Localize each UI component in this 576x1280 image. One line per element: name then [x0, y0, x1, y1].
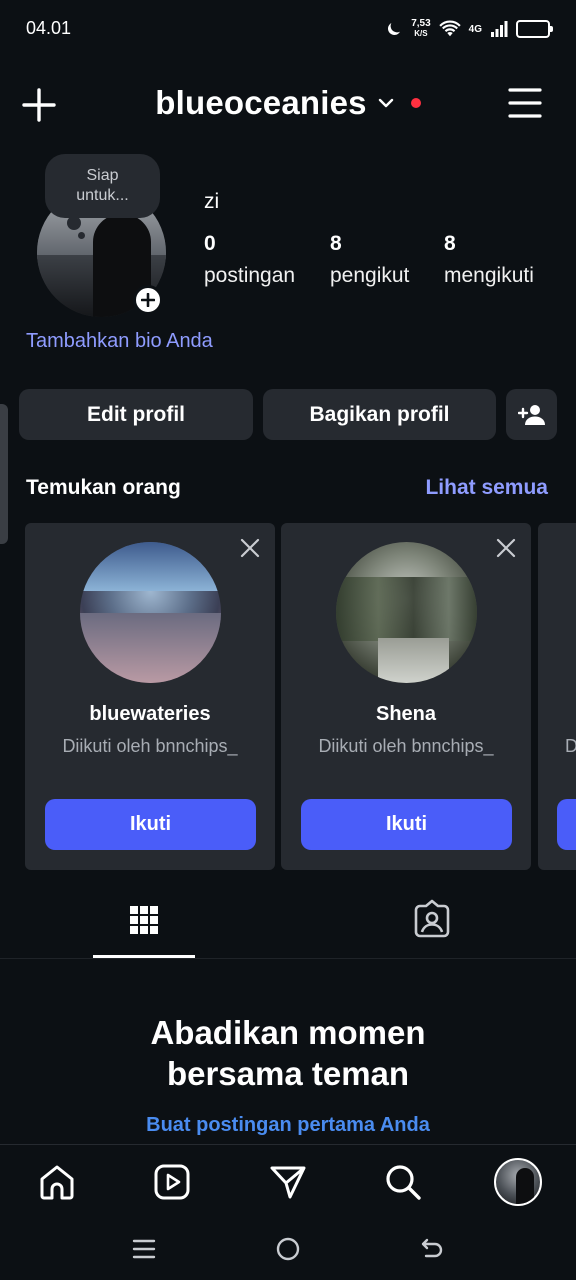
empty-title-line1: Abadikan momen	[150, 1014, 426, 1051]
note-bubble-tail	[67, 216, 81, 230]
photo-ceiling	[80, 542, 221, 592]
stat-following-count: 8	[444, 232, 456, 255]
network-type: 4G	[468, 23, 482, 35]
status-time: 04.01	[26, 18, 72, 38]
add-person-icon	[517, 404, 545, 425]
add-story-button[interactable]	[133, 285, 163, 315]
note-text-line1: Siap	[86, 167, 119, 184]
photo-road	[378, 637, 449, 683]
plus-icon	[141, 293, 155, 307]
profile-avatar[interactable]	[494, 1158, 542, 1206]
note-text-line2: untuk...	[76, 187, 129, 204]
photo-trees	[336, 577, 477, 641]
close-icon[interactable]	[495, 537, 517, 559]
menu-icon[interactable]	[508, 86, 542, 120]
follow-button-partial[interactable]	[557, 799, 576, 850]
share-profile-button[interactable]: Bagikan profil	[263, 389, 496, 440]
tab-divider	[0, 958, 576, 959]
suggestion-name[interactable]: Shena	[281, 703, 531, 726]
suggestion-avatar[interactable]	[80, 542, 221, 683]
suggestion-followed-by: Diikuti oleh bnnchips_	[62, 736, 238, 756]
profile-header: blueoceanies	[0, 72, 576, 134]
empty-title-line2: bersama teman	[166, 1055, 410, 1092]
note-bubble[interactable]: Siap untuk...	[45, 154, 160, 218]
note-bubble-tail	[78, 232, 85, 239]
home-circle-icon[interactable]	[275, 1236, 301, 1262]
suggestion-followed-by-partial: D	[565, 736, 576, 756]
empty-state-title: Abadikan momen bersama teman	[0, 1012, 576, 1094]
display-name: zi	[204, 190, 220, 213]
stat-followers-label: pengikut	[330, 264, 410, 287]
speed-unit: K/S	[414, 29, 428, 38]
avatar-figure	[516, 1168, 534, 1204]
back-icon[interactable]	[419, 1236, 445, 1262]
signal-icon	[491, 21, 508, 37]
system-nav-bar	[0, 1220, 576, 1280]
battery-level: 71	[526, 23, 540, 35]
bottom-nav	[0, 1144, 576, 1220]
stat-following[interactable]: 8 mengikuti	[444, 232, 534, 288]
status-icons: 7,53 K/S 4G 71	[385, 14, 553, 44]
close-icon[interactable]	[239, 537, 261, 559]
create-first-post-link[interactable]: Buat postingan pertama Anda	[0, 1114, 576, 1137]
follow-button[interactable]: Ikuti	[45, 799, 256, 850]
stat-posts[interactable]: 0 postingan	[204, 232, 295, 288]
add-bio-link[interactable]: Tambahkan bio Anda	[26, 330, 213, 353]
reels-icon[interactable]	[152, 1162, 192, 1202]
speed-value: 7,53	[411, 18, 431, 29]
suggestion-followed-by: Diikuti oleh bnnchips_	[318, 736, 494, 756]
stat-posts-count: 0	[204, 232, 216, 255]
moon-icon	[388, 23, 401, 35]
discover-people-button[interactable]	[506, 389, 557, 440]
suggestion-card[interactable]: Shena Diikuti oleh bnnchips_ Ikuti	[281, 523, 531, 870]
stat-posts-label: postingan	[204, 264, 296, 287]
suggestion-card[interactable]: bluewateries Diikuti oleh bnnchips_ Ikut…	[25, 523, 275, 870]
stat-followers[interactable]: 8 pengikut	[330, 232, 409, 288]
side-edge-handle[interactable]	[0, 404, 8, 544]
battery-icon: 71	[516, 20, 553, 38]
search-icon[interactable]	[383, 1162, 423, 1202]
tagged-icon[interactable]	[410, 898, 454, 942]
stat-following-label: mengikuti	[444, 264, 534, 287]
suggestion-name[interactable]: bluewateries	[25, 703, 275, 726]
send-icon[interactable]	[268, 1162, 308, 1202]
photo-floor	[80, 612, 221, 683]
follow-button[interactable]: Ikuti	[301, 799, 512, 850]
username: blueoceanies	[155, 84, 367, 121]
account-switcher[interactable]: blueoceanies	[0, 84, 576, 122]
chevron-down-icon	[378, 98, 393, 108]
suggestion-card-partial[interactable]: D	[538, 523, 576, 870]
notification-dot	[410, 98, 421, 108]
home-icon[interactable]	[37, 1162, 77, 1202]
recents-icon[interactable]	[131, 1236, 157, 1262]
stat-followers-count: 8	[330, 232, 342, 255]
see-all-link[interactable]: Lihat semua	[425, 476, 548, 500]
wifi-icon	[438, 20, 461, 37]
network-speed: 7,53 K/S	[411, 19, 430, 39]
grid-icon[interactable]	[122, 898, 166, 942]
edit-profile-button[interactable]: Edit profil	[19, 389, 253, 440]
suggestion-avatar[interactable]	[336, 542, 477, 683]
discover-title: Temukan orang	[26, 476, 181, 499]
status-bar: 04.01 7,53 K/S 4G 71	[0, 0, 576, 58]
